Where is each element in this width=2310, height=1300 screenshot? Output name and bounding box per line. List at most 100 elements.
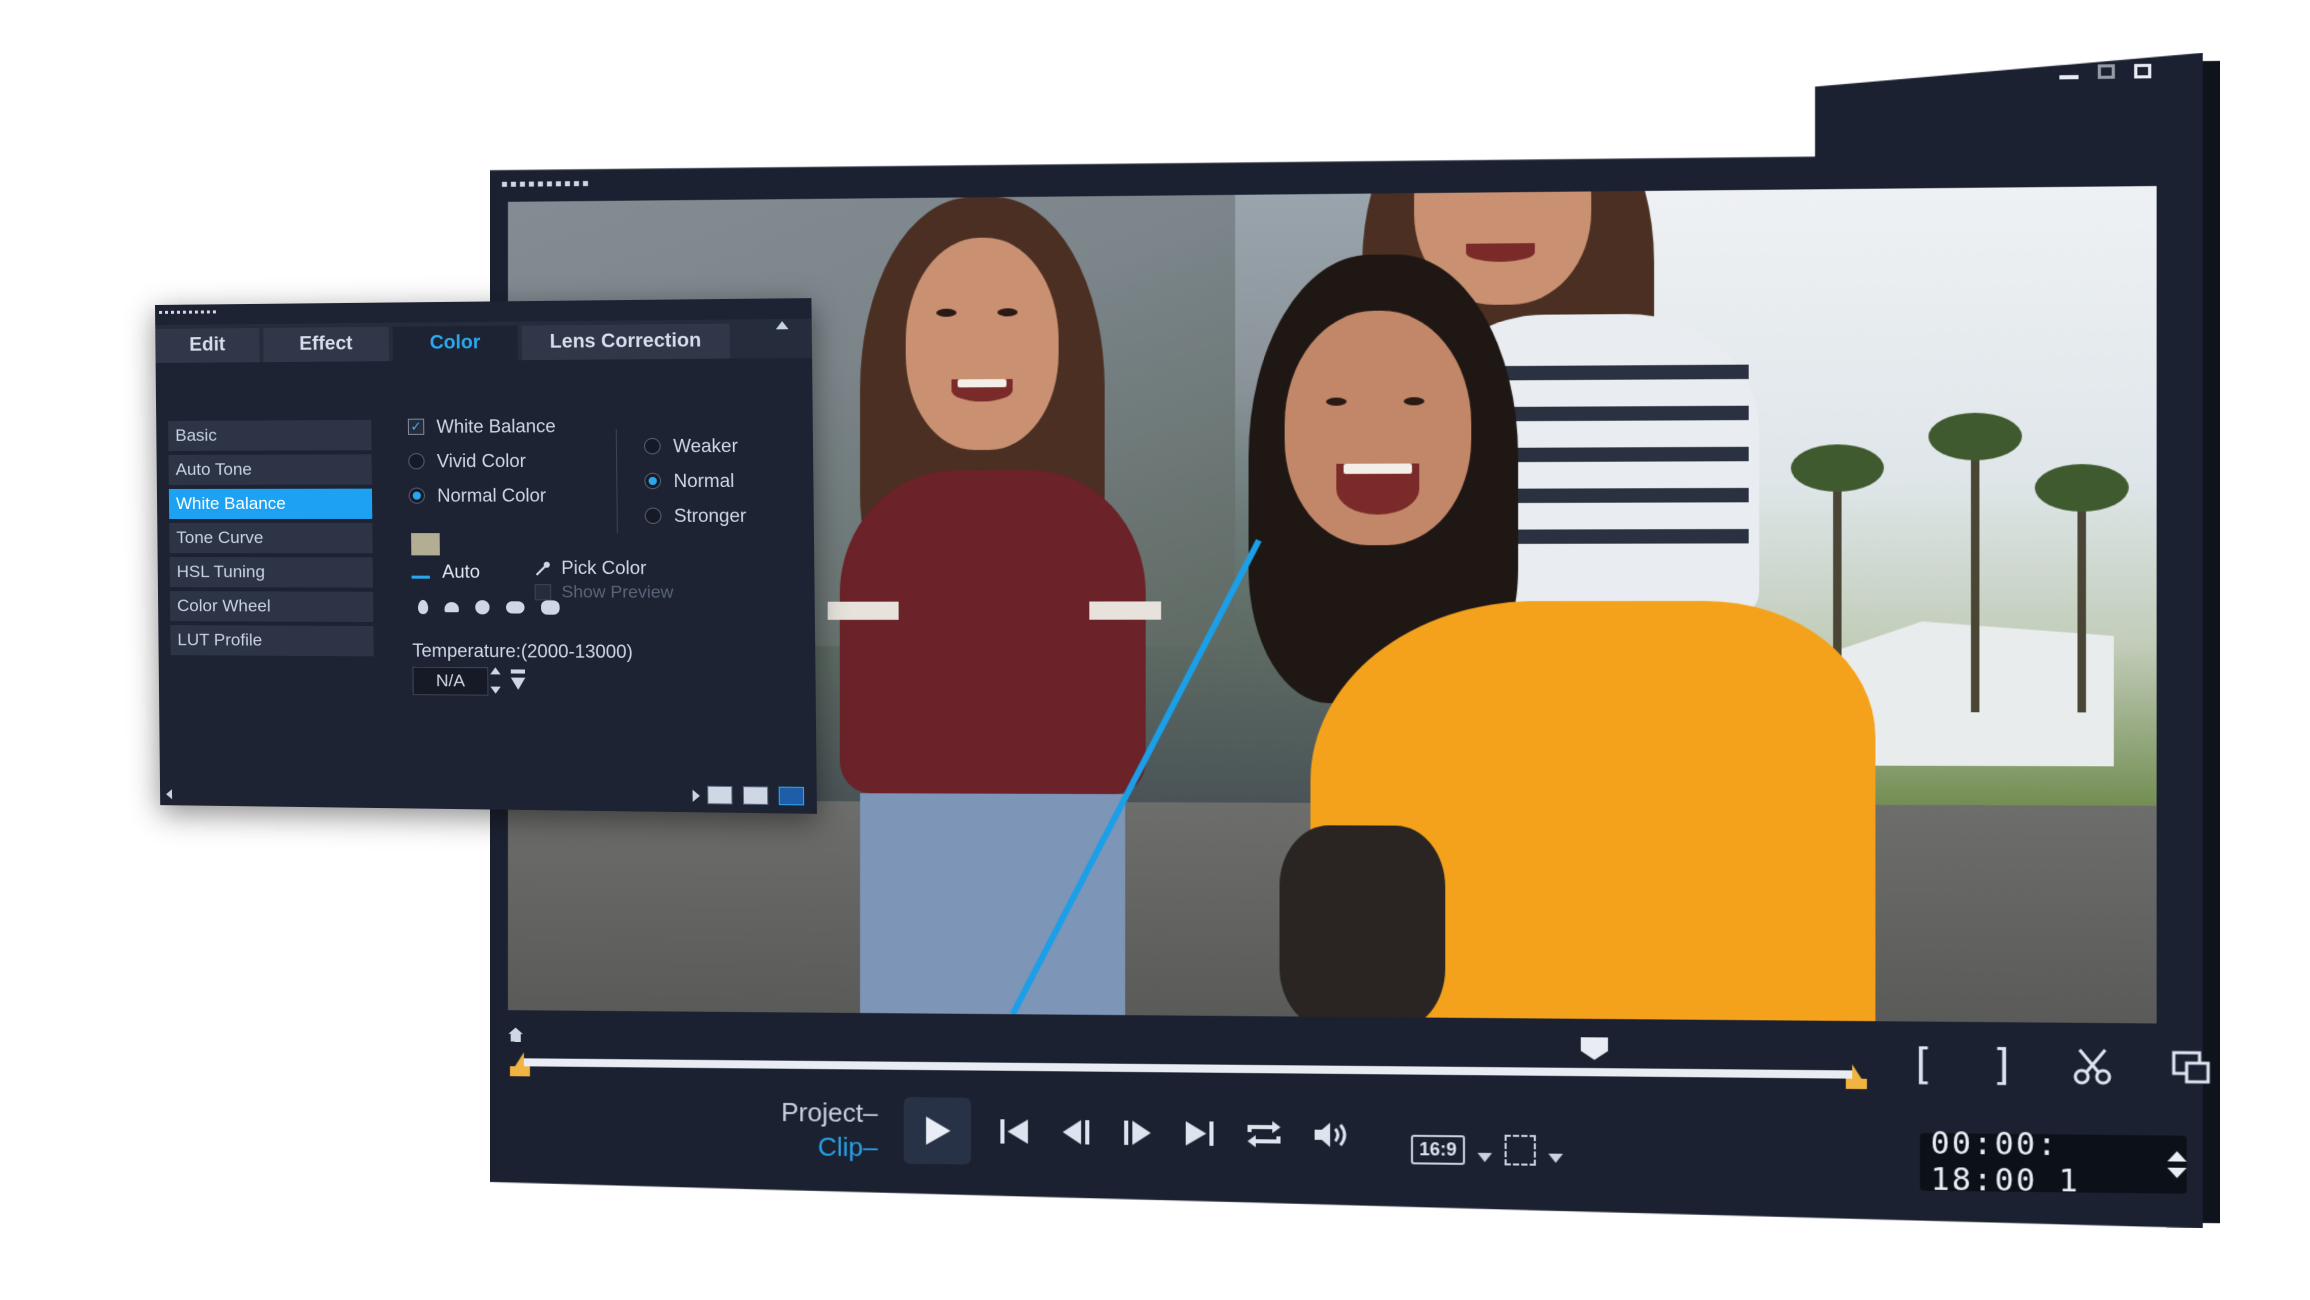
skip-to-end-button[interactable] <box>1182 1118 1217 1149</box>
project-mode-label[interactable]: Project– <box>781 1095 878 1130</box>
clip-mode-label[interactable]: Clip– <box>781 1129 878 1164</box>
auto-icon <box>411 565 429 578</box>
layout-split-icon[interactable] <box>743 786 768 805</box>
minimize-icon[interactable] <box>2059 75 2078 79</box>
mode-toggle[interactable]: Project– Clip– <box>781 1095 878 1165</box>
panel-layout-buttons <box>707 786 804 806</box>
pick-color-button[interactable]: Pick Color <box>534 558 646 580</box>
video-person-left <box>809 195 1176 1015</box>
timecode-field[interactable]: 00:00: 18:00 1 <box>1920 1133 2187 1194</box>
normal-radio[interactable] <box>644 473 661 489</box>
panel-tabs: Edit Effect Color Lens Correction <box>155 319 812 363</box>
cloud-icon[interactable] <box>506 601 525 613</box>
step-back-button[interactable] <box>1059 1117 1094 1148</box>
temperature-stepper[interactable] <box>490 667 507 694</box>
skip-to-start-icon <box>998 1116 1033 1147</box>
down-arrow-icon[interactable] <box>490 687 500 694</box>
chevron-down-icon[interactable] <box>1478 1152 1493 1161</box>
repeat-button[interactable] <box>1244 1118 1285 1151</box>
menu-item-basic[interactable]: Basic <box>168 420 371 451</box>
mark-out-button[interactable]: ] <box>1990 1045 2016 1087</box>
chevron-down-icon[interactable] <box>1548 1153 1563 1162</box>
stronger-radio[interactable] <box>645 508 662 524</box>
tab-lens-correction[interactable]: Lens Correction <box>522 324 730 361</box>
fluorescent-icon[interactable] <box>444 602 458 612</box>
restore-icon[interactable] <box>2098 64 2115 79</box>
eyedropper-icon <box>534 560 551 576</box>
vivid-color-option[interactable]: Vivid Color <box>408 443 556 478</box>
video-scene-palm <box>1971 444 1980 712</box>
tab-effect[interactable]: Effect <box>263 327 389 362</box>
play-icon <box>922 1114 953 1147</box>
overcast-icon[interactable] <box>541 600 560 614</box>
normal-color-option[interactable]: Normal Color <box>408 478 556 513</box>
scissors-icon[interactable] <box>2071 1046 2114 1088</box>
color-category-list: Basic Auto Tone White Balance Tone Curve… <box>168 420 374 660</box>
collapse-up-icon[interactable] <box>776 321 789 329</box>
menu-item-white-balance[interactable]: White Balance <box>169 489 372 519</box>
timeline-track[interactable] <box>520 1058 1856 1078</box>
volume-icon <box>1312 1118 1353 1151</box>
sun-icon[interactable] <box>475 600 490 614</box>
scroll-left-icon[interactable] <box>166 789 172 799</box>
menu-item-tone-curve[interactable]: Tone Curve <box>169 523 372 553</box>
normal-option[interactable]: Normal <box>644 463 746 498</box>
stronger-label: Stronger <box>674 505 747 527</box>
white-balance-checkbox-row[interactable]: ✓ White Balance <box>408 409 556 444</box>
weaker-label: Weaker <box>673 435 738 457</box>
playhead-scrubber[interactable] <box>1581 1037 1608 1060</box>
menu-item-hsl-tuning[interactable]: HSL Tuning <box>170 557 373 588</box>
temperature-input[interactable]: N/A <box>412 667 488 696</box>
menu-item-color-wheel[interactable]: Color Wheel <box>170 591 373 622</box>
lighting-presets <box>418 600 560 615</box>
video-person-front <box>1156 250 1886 1023</box>
tab-edit[interactable]: Edit <box>155 328 259 363</box>
menu-item-lut-profile[interactable]: LUT Profile <box>170 625 373 656</box>
output-window-icon[interactable] <box>2170 1046 2213 1088</box>
skip-to-end-icon <box>1182 1118 1217 1149</box>
auto-button[interactable]: Auto <box>411 561 480 582</box>
panel-drag-handle[interactable] <box>159 310 216 314</box>
strength-options: Weaker Normal Stronger <box>616 428 747 533</box>
step-forward-button[interactable] <box>1120 1117 1155 1148</box>
show-preview-checkbox[interactable] <box>535 584 552 600</box>
normal-color-radio[interactable] <box>409 488 425 504</box>
layout-single-icon[interactable] <box>707 786 732 805</box>
stronger-option[interactable]: Stronger <box>645 498 747 533</box>
edit-icon[interactable] <box>779 787 805 806</box>
white-balance-options: ✓ White Balance Vivid Color Normal Color <box>408 409 557 513</box>
scroll-right-icon[interactable] <box>693 790 700 802</box>
crop-selection-icon[interactable] <box>1505 1135 1536 1166</box>
white-balance-label: White Balance <box>436 415 555 437</box>
menu-item-auto-tone[interactable]: Auto Tone <box>169 454 372 485</box>
color-swatch[interactable] <box>411 533 440 555</box>
step-forward-icon <box>1120 1117 1155 1148</box>
white-balance-checkbox[interactable]: ✓ <box>408 419 424 435</box>
mark-in-button[interactable]: [ <box>1909 1044 1935 1085</box>
weaker-radio[interactable] <box>644 438 661 454</box>
candle-icon[interactable] <box>418 600 428 614</box>
weaker-option[interactable]: Weaker <box>644 428 746 463</box>
repeat-icon <box>1244 1118 1285 1151</box>
normal-color-label: Normal Color <box>437 485 546 506</box>
video-scene-palm <box>2077 495 2086 712</box>
normal-label: Normal <box>673 470 734 492</box>
play-button[interactable] <box>904 1097 971 1164</box>
volume-button[interactable] <box>1312 1118 1353 1151</box>
timecode-value: 00:00: 18:00 1 <box>1931 1126 2151 1201</box>
skip-to-start-button[interactable] <box>998 1116 1033 1147</box>
tab-color[interactable]: Color <box>393 326 518 362</box>
drag-handle[interactable] <box>502 181 588 187</box>
timecode-stepper[interactable] <box>2167 1151 2186 1178</box>
up-arrow-icon[interactable] <box>2167 1151 2186 1162</box>
aspect-ratio-button[interactable]: 16:9 <box>1411 1134 1465 1164</box>
vivid-color-radio[interactable] <box>408 453 424 469</box>
mark-out-handle-base <box>1846 1079 1867 1089</box>
up-arrow-icon[interactable] <box>490 667 500 674</box>
maximize-icon[interactable] <box>2134 64 2151 79</box>
down-arrow-icon[interactable] <box>2167 1168 2186 1179</box>
window-controls <box>2059 64 2151 80</box>
vivid-color-label: Vivid Color <box>437 450 526 472</box>
color-correction-panel: Edit Effect Color Lens Correction Basic … <box>155 298 817 814</box>
pick-color-label: Pick Color <box>561 558 646 580</box>
